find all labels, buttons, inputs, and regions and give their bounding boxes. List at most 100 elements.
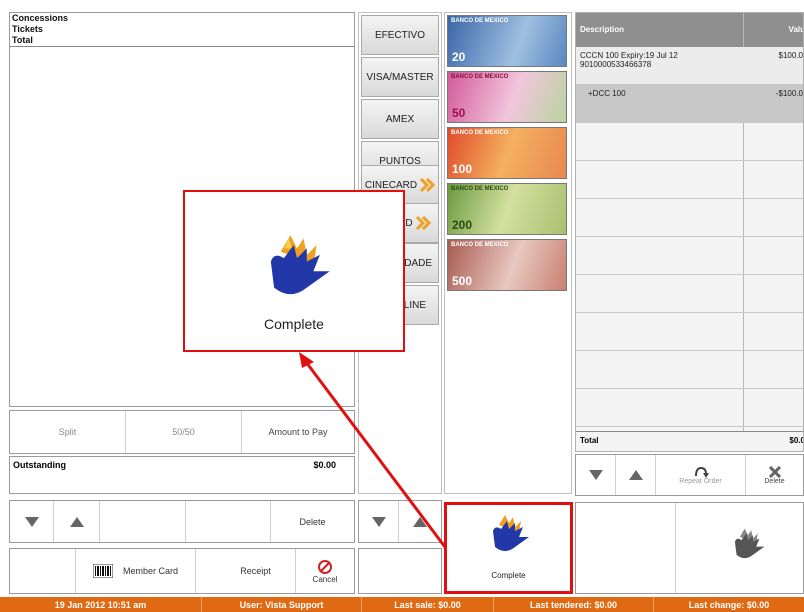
double-chevron-right-icon-2 bbox=[415, 215, 431, 231]
status-last-change-text: Last change: $0.00 bbox=[688, 599, 770, 610]
payment-visa-master-button[interactable]: VISA/MASTER bbox=[361, 57, 439, 97]
row-description-line2: 9010000533466378 bbox=[580, 60, 652, 69]
concessions-label: Concessions bbox=[12, 13, 69, 23]
left-footer-row: Member Card Receipt Cancel bbox=[9, 548, 355, 594]
table-row-empty bbox=[576, 161, 803, 199]
delete-button[interactable]: Delete bbox=[271, 501, 354, 542]
delete-label: Delete bbox=[299, 516, 326, 527]
cancel-button[interactable]: Cancel bbox=[296, 549, 354, 593]
banknote-20[interactable]: BANCO DE MEXICO 20 bbox=[447, 15, 567, 67]
table-row-empty bbox=[576, 199, 803, 237]
table-row[interactable]: CCCN 100 Expiry:19 Jul 12 90100005334663… bbox=[576, 47, 803, 85]
right-footer-panel bbox=[575, 502, 804, 594]
order-actions-row: Repeat Order Delete bbox=[575, 454, 804, 496]
order-scroll-down-button[interactable] bbox=[576, 455, 616, 495]
hands-grey-icon bbox=[734, 528, 765, 559]
table-row-empty bbox=[576, 313, 803, 351]
barcode-icon bbox=[92, 564, 113, 578]
order-delete-label: Delete bbox=[764, 477, 785, 485]
outstanding-value: $0.00 bbox=[313, 460, 336, 470]
amount-to-pay-button[interactable]: Amount to Pay bbox=[242, 411, 354, 453]
receipt-button[interactable]: Receipt bbox=[196, 549, 296, 593]
order-delete-button[interactable]: Delete bbox=[746, 455, 803, 495]
delete-x-icon bbox=[768, 465, 781, 478]
nav-blank-button-1[interactable] bbox=[100, 501, 186, 542]
payment-amex-button[interactable]: AMEX bbox=[361, 99, 439, 139]
repeat-order-button[interactable]: Repeat Order bbox=[656, 455, 746, 495]
row-description-line1-2: +DCC 100 bbox=[588, 89, 626, 98]
banknote-50[interactable]: BANCO DE MEXICO 50 bbox=[447, 71, 567, 123]
complete-hands-icon bbox=[493, 515, 529, 551]
total-label: Total bbox=[10, 35, 354, 47]
middle-scroll-up-button[interactable] bbox=[399, 501, 441, 542]
row-description-line1: CCCN 100 Expiry:19 Jul 12 bbox=[580, 51, 678, 60]
chevron-down-icon-2 bbox=[371, 516, 386, 527]
banknote-500-label: BANCO DE MEXICO bbox=[451, 242, 509, 248]
scroll-down-button[interactable] bbox=[10, 501, 54, 542]
status-datetime-text: 19 Jan 2012 10:51 am bbox=[54, 599, 147, 610]
payment-amex-label: AMEX bbox=[385, 113, 415, 125]
right-footer-blank-button[interactable] bbox=[576, 503, 676, 593]
banknotes-column: BANCO DE MEXICO 20 BANCO DE MEXICO 50 BA… bbox=[444, 12, 572, 494]
banknote-500[interactable]: BANCO DE MEXICO 500 bbox=[447, 239, 567, 291]
complete-button[interactable]: Complete bbox=[444, 502, 573, 594]
payment-efectivo-label: EFECTIVO bbox=[374, 29, 425, 41]
banknote-200-value: 200 bbox=[452, 218, 473, 232]
nav-blank-button-2[interactable] bbox=[186, 501, 271, 542]
cancel-label: Cancel bbox=[312, 574, 338, 584]
split-button[interactable]: Split bbox=[10, 411, 126, 453]
banknote-100[interactable]: BANCO DE MEXICO 100 bbox=[447, 127, 567, 179]
table-row-selected[interactable]: +DCC 100 -$100.0 bbox=[576, 85, 803, 123]
table-row-empty bbox=[576, 351, 803, 389]
order-total-label: Total bbox=[580, 436, 599, 445]
order-scroll-up-button[interactable] bbox=[616, 455, 656, 495]
chevron-up-icon-2 bbox=[413, 516, 427, 527]
status-user: User: Vista Support bbox=[202, 597, 362, 612]
middle-scroll-down-button[interactable] bbox=[359, 501, 399, 542]
banknote-200[interactable]: BANCO DE MEXICO 200 bbox=[447, 183, 567, 235]
member-card-label: Member Card bbox=[122, 566, 178, 576]
fifty-fifty-button[interactable]: 50/50 bbox=[126, 411, 242, 453]
status-last-change: Last change: $0.00 bbox=[654, 597, 804, 612]
split-label: Split bbox=[58, 427, 77, 437]
banknote-500-value: 500 bbox=[452, 274, 473, 288]
repeat-icon bbox=[694, 466, 709, 478]
table-row-empty bbox=[576, 275, 803, 313]
chevron-up-icon bbox=[69, 516, 84, 527]
outstanding-label: Outstanding bbox=[13, 460, 66, 470]
order-total-value: $0.0 bbox=[789, 436, 804, 445]
payment-idade-label: IDADE bbox=[401, 257, 432, 269]
status-datetime: 19 Jan 2012 10:51 am bbox=[0, 597, 202, 612]
payment-efectivo-button[interactable]: EFECTIVO bbox=[361, 15, 439, 55]
chevron-up-icon-3 bbox=[628, 470, 643, 480]
status-user-text: User: Vista Support bbox=[239, 599, 324, 610]
order-table-header: Description Valu bbox=[576, 13, 804, 47]
banknote-200-label: BANCO DE MEXICO bbox=[451, 186, 509, 192]
banknote-100-label: BANCO DE MEXICO bbox=[451, 130, 509, 136]
scroll-up-button[interactable] bbox=[54, 501, 100, 542]
status-last-tendered-text: Last tendered: $0.00 bbox=[529, 599, 618, 610]
hands-button[interactable] bbox=[676, 503, 804, 593]
row-value: $100.0 bbox=[778, 51, 803, 60]
banknote-50-label: BANCO DE MEXICO bbox=[451, 74, 509, 80]
status-bar: 19 Jan 2012 10:51 am User: Vista Support… bbox=[0, 597, 804, 612]
fifty-fifty-label: 50/50 bbox=[172, 427, 195, 437]
table-row-empty bbox=[576, 237, 803, 275]
receipt-label: Receipt bbox=[240, 566, 271, 576]
complete-label: Complete bbox=[491, 571, 526, 580]
chevron-down-icon bbox=[24, 516, 39, 527]
footer-blank-button[interactable] bbox=[10, 549, 76, 593]
order-table: Description Valu CCCN 100 Expiry:19 Jul … bbox=[575, 12, 804, 452]
complete-callout: Complete bbox=[183, 190, 405, 352]
middle-footer-blank[interactable] bbox=[358, 548, 442, 594]
col-value-header: Valu bbox=[788, 25, 804, 34]
col-description-header: Description bbox=[580, 25, 625, 34]
status-last-sale-text: Last sale: $0.00 bbox=[394, 599, 461, 610]
banknote-50-value: 50 bbox=[452, 106, 466, 120]
double-chevron-right-icon bbox=[420, 177, 436, 193]
banknote-20-label: BANCO DE MEXICO bbox=[451, 18, 509, 24]
row-value-2: -$100.0 bbox=[775, 89, 803, 98]
outstanding-panel: Outstanding $0.00 bbox=[9, 456, 355, 494]
member-card-button[interactable]: Member Card bbox=[76, 549, 196, 593]
payment-visa-master-label: VISA/MASTER bbox=[366, 71, 434, 83]
